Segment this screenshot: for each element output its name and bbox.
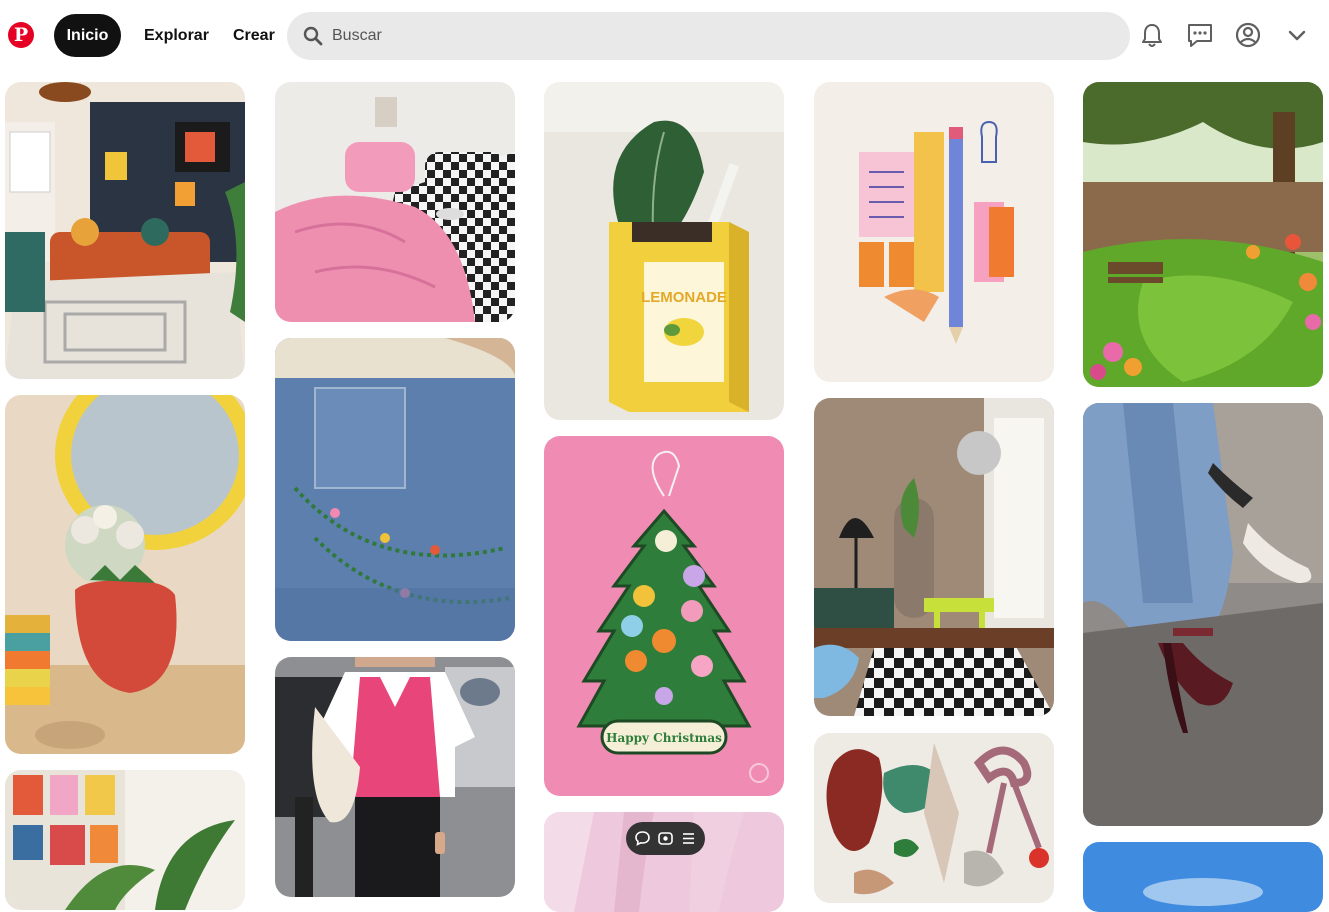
search-input[interactable] xyxy=(332,12,1112,60)
view-icon[interactable] xyxy=(657,830,674,847)
pin-image xyxy=(814,733,1054,903)
top-navigation-bar: P Inicio Explorar Crear xyxy=(0,0,1329,72)
svg-text:LEMONADE: LEMONADE xyxy=(641,289,727,306)
pin-pink-bed[interactable] xyxy=(275,82,515,322)
bell-icon[interactable] xyxy=(1137,20,1167,50)
pin-image: Happy Christmas xyxy=(544,436,784,796)
comment-icon[interactable] xyxy=(634,830,651,847)
pin-image xyxy=(1083,403,1323,826)
pin-image xyxy=(275,82,515,322)
nav-create-button[interactable]: Crear xyxy=(221,14,287,57)
pin-image xyxy=(1083,82,1323,387)
menu-icon[interactable] xyxy=(680,830,697,847)
pin-sky[interactable] xyxy=(1083,842,1323,912)
logo-letter: P xyxy=(13,24,29,46)
profile-icon[interactable] xyxy=(1233,20,1263,50)
pin-jeans-beads[interactable] xyxy=(275,338,515,641)
pin-gallery-wall[interactable] xyxy=(5,770,245,910)
pin-image xyxy=(275,338,515,641)
chat-icon[interactable] xyxy=(1185,20,1215,50)
pin-image xyxy=(5,770,245,910)
pin-pink-vest[interactable] xyxy=(275,657,515,897)
search-bar[interactable] xyxy=(287,12,1130,60)
pin-disco-room[interactable] xyxy=(814,398,1054,716)
pin-strawberry-vase[interactable] xyxy=(5,395,245,754)
pin-garden[interactable] xyxy=(1083,82,1323,387)
pin-heels[interactable] xyxy=(1083,403,1323,826)
chevron-down-icon[interactable] xyxy=(1282,20,1312,50)
pin-image xyxy=(814,398,1054,716)
pin-image: LEMONADE xyxy=(544,82,784,420)
pin-curiosities[interactable] xyxy=(814,733,1054,903)
search-icon xyxy=(303,26,323,46)
pinterest-logo-icon[interactable]: P xyxy=(8,22,34,48)
pin-image xyxy=(814,82,1054,382)
pin-image xyxy=(5,82,245,379)
pin-living-room[interactable] xyxy=(5,82,245,379)
pin-image xyxy=(1083,842,1323,912)
nav-home-button[interactable]: Inicio xyxy=(54,14,121,57)
pin-stationery[interactable] xyxy=(814,82,1054,382)
pin-christmas-tree[interactable]: Happy Christmas xyxy=(544,436,784,796)
pin-image xyxy=(275,657,515,897)
pin-lemonade-planter[interactable]: LEMONADE xyxy=(544,82,784,420)
floating-toolbar xyxy=(626,822,705,855)
nav-explore-button[interactable]: Explorar xyxy=(132,14,221,57)
christmas-banner-text: Happy Christmas xyxy=(606,731,722,745)
pin-image xyxy=(5,395,245,754)
